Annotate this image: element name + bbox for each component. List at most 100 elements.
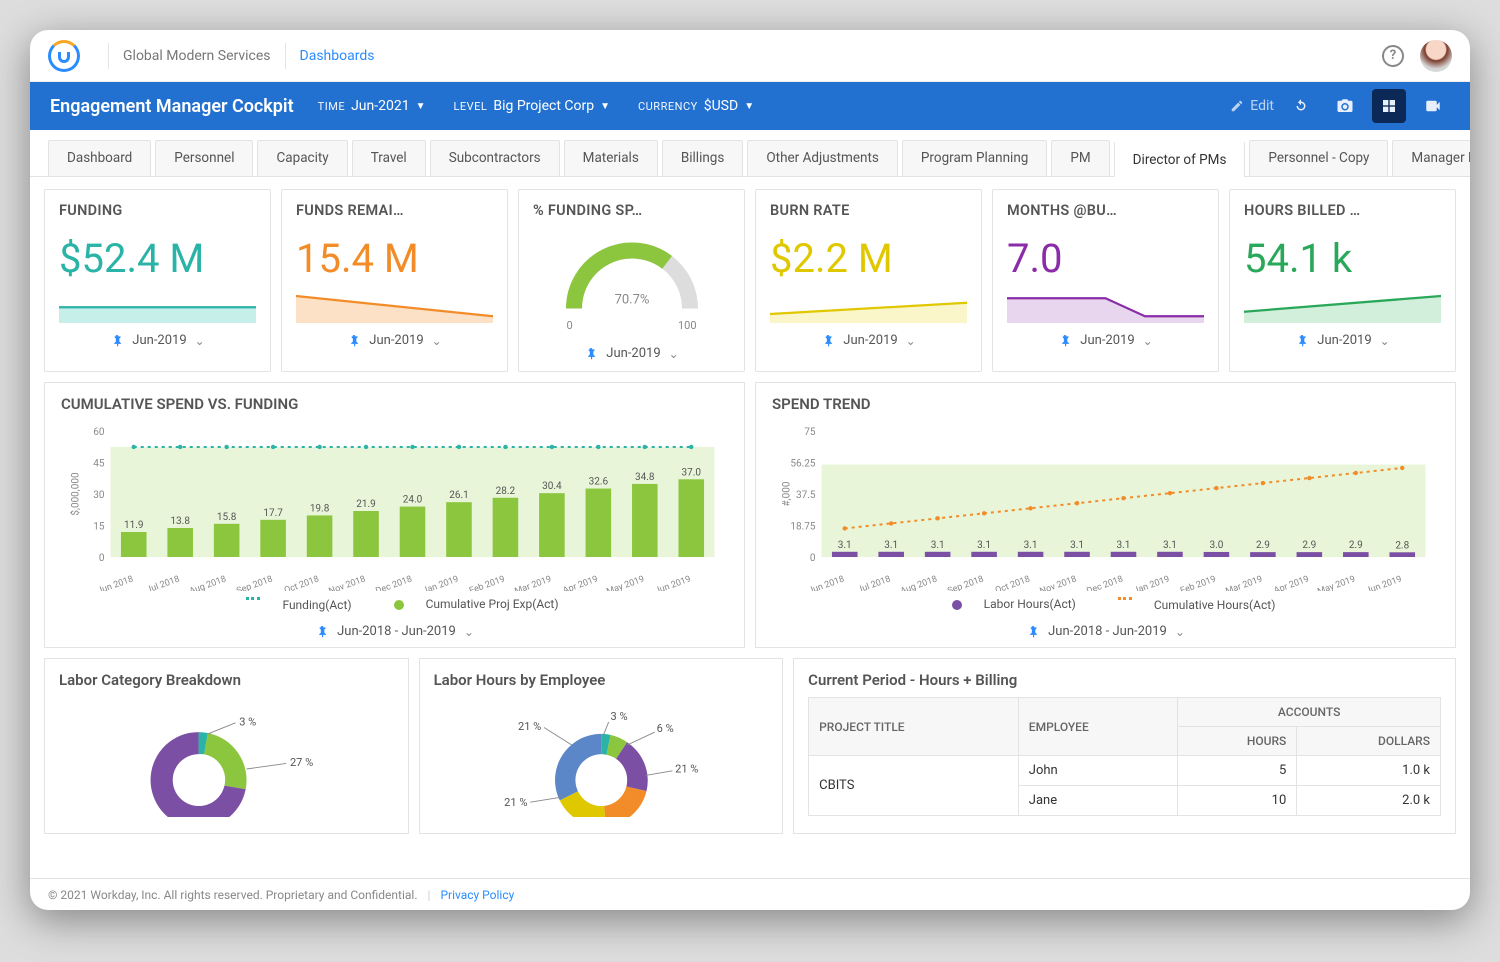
chart-title: SPEND TREND [772, 395, 1439, 413]
page-title: Engagement Manager Cockpit [50, 96, 294, 117]
breadcrumb-dashboards[interactable]: Dashboards [300, 48, 375, 64]
period-value: Jun-2019 [606, 346, 660, 361]
svg-text:Jun 2018: Jun 2018 [96, 574, 135, 591]
svg-text:Jun 2019: Jun 2019 [1365, 574, 1404, 591]
col-hours: HOURS [1178, 727, 1297, 756]
edit-button[interactable]: Edit [1230, 98, 1274, 114]
svg-text:3.1: 3.1 [1163, 540, 1177, 551]
filter-level[interactable]: LEVEL Big Project Corp ▼ [454, 98, 611, 114]
tab-personnel[interactable]: Personnel [155, 140, 253, 176]
svg-text:Jan 2019: Jan 2019 [422, 574, 460, 591]
svg-text:3.1: 3.1 [977, 540, 991, 551]
tab-subcontractors[interactable]: Subcontractors [430, 140, 560, 176]
table-row[interactable]: CBITSJohn 5 1.0 k [809, 756, 1441, 786]
tab-personnel-copy[interactable]: Personnel - Copy [1249, 140, 1388, 176]
tab-capacity[interactable]: Capacity [257, 140, 347, 176]
pin-icon [821, 334, 835, 348]
chart-legend: Labor Hours(Act) Cumulative Hours(Act) [772, 597, 1439, 614]
tab-manager-dashboard[interactable]: Manager Dashboard [1392, 140, 1470, 176]
cell-dollars: 1.0 k [1297, 756, 1441, 786]
kpi-row: FUNDING$52.4 M Jun-2019⌄FUNDS REMAI…15.4… [44, 189, 1456, 372]
svg-text:2.9: 2.9 [1256, 540, 1270, 551]
tab-materials[interactable]: Materials [564, 140, 658, 176]
tab-dashboard[interactable]: Dashboard [48, 140, 151, 176]
period-selector[interactable]: Jun-2019⌄ [1007, 333, 1204, 348]
period-selector[interactable]: Jun-2019⌄ [770, 333, 967, 348]
period-value: Jun-2019 [132, 333, 186, 348]
svg-text:Apr 2019: Apr 2019 [1273, 574, 1311, 591]
camera-icon[interactable] [1328, 89, 1362, 123]
slice-label: 6 % [656, 722, 673, 735]
dashboard-content: FUNDING$52.4 M Jun-2019⌄FUNDS REMAI…15.4… [30, 177, 1470, 878]
svg-text:34.8: 34.8 [635, 472, 655, 483]
kpi-card-2: % FUNDING SP… 70.7% 0100Jun-2019⌄ [518, 189, 745, 372]
edit-label: Edit [1250, 98, 1274, 114]
footer-privacy-link[interactable]: Privacy Policy [440, 888, 514, 902]
pin-icon [584, 347, 598, 361]
caret-down-icon: ▼ [416, 101, 426, 112]
grid-view-icon[interactable] [1372, 89, 1406, 123]
svg-text:Nov 2018: Nov 2018 [328, 574, 367, 591]
filter-time[interactable]: TIME Jun-2021 ▼ [318, 98, 426, 114]
gauge-min: 0 [567, 319, 573, 332]
billing-table: PROJECT TITLE EMPLOYEE ACCOUNTS HOURS DO… [808, 697, 1441, 816]
period-selector[interactable]: Jun-2019 ⌄ [1244, 333, 1441, 348]
svg-text:2.8: 2.8 [1395, 540, 1409, 551]
pin-icon [1295, 334, 1309, 348]
svg-text:Jun 2018: Jun 2018 [807, 574, 846, 591]
tab-travel[interactable]: Travel [352, 140, 426, 176]
slice-label: 21 % [675, 763, 698, 776]
period-value: Jun-2019 [1317, 333, 1371, 348]
avatar[interactable] [1420, 40, 1452, 72]
tab-director-of-pms[interactable]: Director of PMs [1114, 141, 1246, 177]
divider [108, 43, 109, 69]
svg-text:60: 60 [93, 427, 105, 438]
chevron-down-icon: ⌄ [1380, 334, 1390, 348]
filter-currency-value: $USD [704, 98, 738, 114]
help-icon[interactable]: ? [1382, 45, 1404, 67]
period-value: Jun-2019 [1080, 333, 1134, 348]
kpi-title: MONTHS @BU… [1007, 202, 1204, 219]
filter-currency[interactable]: CURRENCY $USD ▼ [638, 98, 754, 114]
svg-text:3.1: 3.1 [1117, 540, 1131, 551]
svg-text:13.8: 13.8 [170, 516, 190, 527]
top-bar: Global Modern Services Dashboards ? [30, 30, 1470, 82]
svg-text:Mar 2019: Mar 2019 [1225, 574, 1264, 591]
tab-billings[interactable]: Billings [662, 140, 744, 176]
sparkline [770, 287, 967, 323]
svg-text:18.75: 18.75 [790, 522, 815, 533]
video-icon[interactable] [1416, 89, 1450, 123]
svg-text:15: 15 [93, 522, 105, 533]
chevron-down-icon: ⌄ [669, 347, 679, 361]
period-selector[interactable]: Jun-2019 ⌄ [533, 346, 730, 361]
donut-chart: 3 % 27 % [59, 697, 394, 817]
slice-label: 3 % [610, 710, 627, 723]
svg-text:30: 30 [93, 490, 105, 501]
refresh-icon[interactable] [1284, 89, 1318, 123]
slice-label: 21 % [504, 796, 527, 809]
tab-pm[interactable]: PM [1051, 140, 1109, 176]
tab-other-adjustments[interactable]: Other Adjustments [747, 140, 898, 176]
kpi-title: BURN RATE [770, 202, 967, 219]
col-dollars: DOLLARS [1297, 727, 1441, 756]
svg-text:$,000,000: $,000,000 [69, 472, 82, 516]
chart-title: Labor Category Breakdown [59, 671, 394, 689]
period-selector[interactable]: Jun-2018 - Jun-2019 ⌄ [772, 624, 1439, 639]
svg-text:70.7%: 70.7% [614, 293, 649, 308]
workday-logo-icon[interactable] [48, 40, 80, 72]
tab-program-planning[interactable]: Program Planning [902, 140, 1047, 176]
period-selector[interactable]: Jun-2019⌄ [59, 333, 256, 348]
svg-text:15.8: 15.8 [217, 512, 237, 523]
chart-labor-category: Labor Category Breakdown 3 % 27 % [44, 658, 409, 834]
col-project: PROJECT TITLE [809, 698, 1019, 756]
svg-text:28.2: 28.2 [496, 486, 516, 497]
kpi-value: $2.2 M [770, 239, 967, 279]
svg-text:Jun 2019: Jun 2019 [654, 574, 693, 591]
cell-employee: John [1018, 756, 1177, 786]
svg-text:0: 0 [810, 553, 816, 564]
slice-label: 3 % [239, 716, 256, 729]
period-selector[interactable]: Jun-2019⌄ [296, 333, 493, 348]
kpi-value: 7.0 [1007, 239, 1204, 279]
period-selector[interactable]: Jun-2018 - Jun-2019 ⌄ [61, 624, 728, 639]
period-value: Jun-2019 [843, 333, 897, 348]
